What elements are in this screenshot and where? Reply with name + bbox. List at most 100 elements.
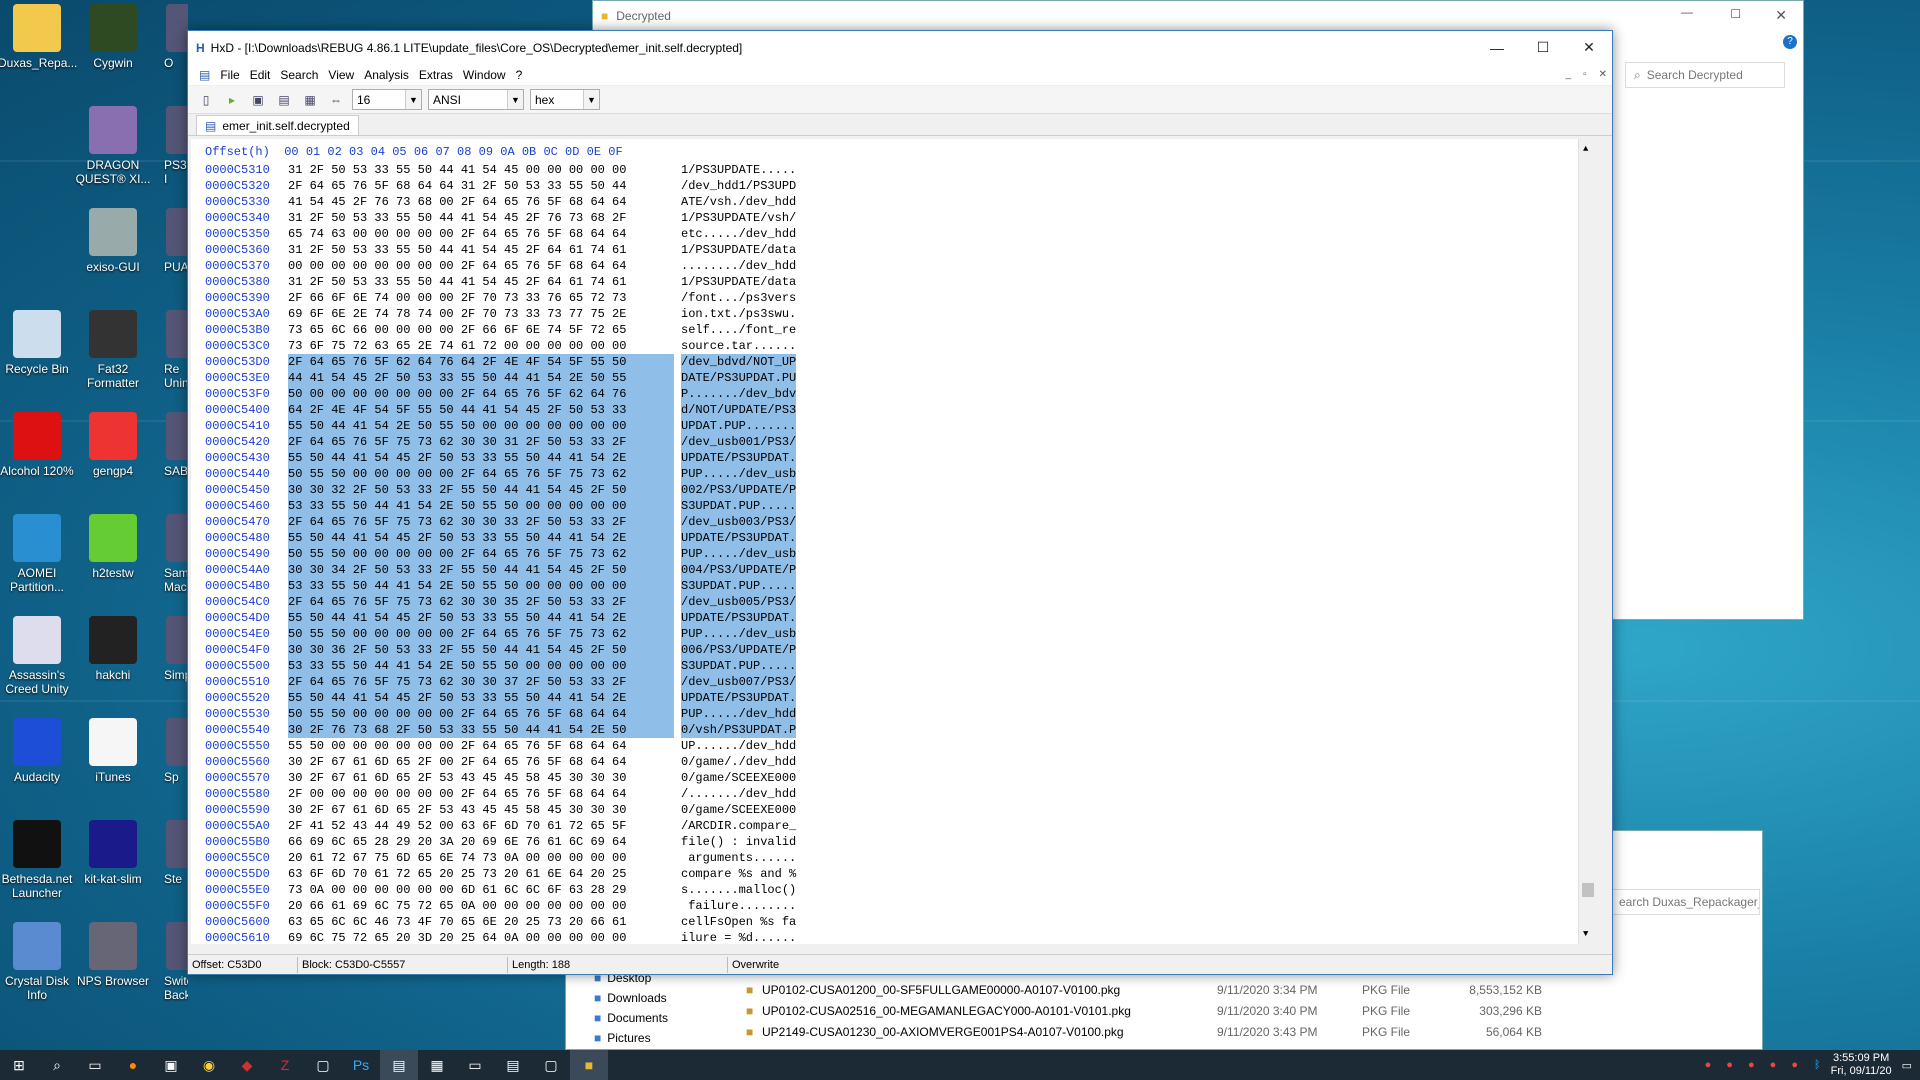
hex-row[interactable]: 0000C5370 00 00 00 00 00 00 00 00 2F 64 6… bbox=[205, 258, 796, 274]
start-button[interactable]: ⊞ bbox=[0, 1050, 38, 1080]
row-ascii[interactable]: ion.txt./ps3swu. bbox=[681, 306, 796, 322]
row-ascii[interactable]: 0/vsh/PS3UPDAT.P bbox=[681, 722, 797, 738]
row-hex-bytes[interactable]: 73 65 6C 66 00 00 00 00 2F 66 6F 6E 74 5… bbox=[288, 322, 674, 338]
row-ascii[interactable]: self..../font_re bbox=[681, 322, 796, 338]
row-hex-bytes[interactable]: 2F 41 52 43 44 49 52 00 63 6F 6D 70 61 7… bbox=[288, 818, 674, 834]
row-ascii[interactable]: 1/PS3UPDATE/vsh/ bbox=[681, 210, 796, 226]
menu-item[interactable]: Analysis bbox=[359, 68, 414, 82]
row-hex-bytes[interactable]: 55 50 44 41 54 45 2F 50 53 33 55 50 44 4… bbox=[288, 610, 674, 626]
desktop-icon[interactable]: Simp bbox=[152, 616, 188, 682]
menu-item[interactable]: Search bbox=[275, 68, 323, 82]
row-hex-bytes[interactable]: 30 30 32 2F 50 53 33 2F 55 50 44 41 54 4… bbox=[288, 482, 674, 498]
hex-row[interactable]: 0000C55A0 2F 41 52 43 44 49 52 00 63 6F 6… bbox=[205, 818, 796, 834]
hex-row[interactable]: 0000C5530 50 55 50 00 00 00 00 00 2F 64 6… bbox=[205, 706, 797, 722]
hex-row[interactable]: 0000C5570 30 2F 67 61 6D 65 2F 53 43 45 4… bbox=[205, 770, 796, 786]
hex-row[interactable]: 0000C5470 2F 64 65 76 5F 75 73 62 30 30 3… bbox=[205, 514, 797, 530]
minimize-button[interactable]: — bbox=[1474, 31, 1520, 64]
row-hex-bytes[interactable]: 2F 00 00 00 00 00 00 00 2F 64 65 76 5F 6… bbox=[288, 786, 674, 802]
scroll-thumb[interactable] bbox=[1582, 883, 1594, 897]
row-ascii[interactable]: 0/game/./dev_hdd bbox=[681, 754, 796, 770]
filezilla-icon[interactable]: Z bbox=[266, 1050, 304, 1080]
hex-row[interactable]: 0000C54C0 2F 64 65 76 5F 75 73 62 30 30 3… bbox=[205, 594, 797, 610]
row-ascii[interactable]: 0/game/SCEEXE000 bbox=[681, 802, 796, 818]
hex-row[interactable]: 0000C54F0 30 30 36 2F 50 53 33 2F 55 50 4… bbox=[205, 642, 797, 658]
row-ascii[interactable]: /......./dev_hdd bbox=[681, 786, 796, 802]
hex-row[interactable]: 0000C5590 30 2F 67 61 6D 65 2F 53 43 45 4… bbox=[205, 802, 796, 818]
row-ascii[interactable]: 006/PS3/UPDATE/P bbox=[681, 642, 797, 658]
hex-row[interactable]: 0000C5330 41 54 45 2F 76 73 68 00 2F 64 6… bbox=[205, 194, 796, 210]
calculator-icon[interactable]: ▤ bbox=[494, 1050, 532, 1080]
explorer-icon[interactable]: ■ bbox=[570, 1050, 608, 1080]
row-ascii[interactable]: 1/PS3UPDATE/data bbox=[681, 274, 796, 290]
desktop-icon[interactable]: NPS Browser bbox=[74, 922, 152, 988]
search-box[interactable]: earch Duxas_Repackager_O... bbox=[1612, 889, 1760, 915]
file-row[interactable]: ■ UP2149-CUSA01230_00-AXIOMVERGE001PS4-A0… bbox=[746, 1021, 1546, 1042]
hex-row[interactable]: 0000C5390 2F 66 6F 6E 74 00 00 00 2F 70 7… bbox=[205, 290, 796, 306]
row-ascii[interactable]: /dev_usb001/PS3/ bbox=[681, 434, 797, 450]
row-ascii[interactable]: UPDAT.PUP....... bbox=[681, 418, 797, 434]
maximize-icon[interactable]: ☐ bbox=[1730, 7, 1741, 21]
row-ascii[interactable]: compare %s and % bbox=[681, 866, 796, 882]
row-hex-bytes[interactable]: 65 74 63 00 00 00 00 00 2F 64 65 76 5F 6… bbox=[288, 226, 674, 242]
menu-item[interactable]: File bbox=[215, 68, 244, 82]
row-ascii[interactable]: 0/game/SCEEXE000 bbox=[681, 770, 796, 786]
row-hex-bytes[interactable]: 30 30 34 2F 50 53 33 2F 55 50 44 41 54 4… bbox=[288, 562, 674, 578]
row-hex-bytes[interactable]: 20 66 61 69 6C 75 72 65 0A 00 00 00 00 0… bbox=[288, 898, 674, 914]
row-hex-bytes[interactable]: 31 2F 50 53 33 55 50 44 41 54 45 00 00 0… bbox=[288, 162, 674, 178]
desktop-icon[interactable]: Alcohol 120% bbox=[0, 412, 76, 478]
desktop-icon[interactable]: SAB bbox=[152, 412, 188, 478]
row-ascii[interactable]: source.tar...... bbox=[681, 338, 796, 354]
hex-row[interactable]: 0000C55B0 66 69 6C 65 28 29 20 3A 20 69 6… bbox=[205, 834, 796, 850]
desktop-icon[interactable]: Assassin's Creed Unity bbox=[0, 616, 76, 696]
row-ascii[interactable]: P......./dev_bdv bbox=[681, 386, 797, 402]
row-ascii[interactable]: ATE/vsh./dev_hdd bbox=[681, 194, 796, 210]
desktop-icon[interactable]: Recycle Bin bbox=[0, 310, 76, 376]
hex-row[interactable]: 0000C5520 55 50 44 41 54 45 2F 50 53 33 5… bbox=[205, 690, 797, 706]
desktop-icon[interactable]: hakchi bbox=[74, 616, 152, 682]
row-hex-bytes[interactable]: 30 2F 67 61 6D 65 2F 00 2F 64 65 76 5F 6… bbox=[288, 754, 674, 770]
hex-row[interactable]: 0000C5490 50 55 50 00 00 00 00 00 2F 64 6… bbox=[205, 546, 797, 562]
hex-row[interactable]: 0000C5400 64 2F 4E 4F 54 5F 55 50 44 41 5… bbox=[205, 402, 797, 418]
hex-row[interactable]: 0000C53A0 69 6F 6E 2E 74 78 74 00 2F 70 7… bbox=[205, 306, 796, 322]
row-ascii[interactable]: S3UPDAT.PUP..... bbox=[681, 578, 797, 594]
app-icon[interactable]: ▢ bbox=[304, 1050, 342, 1080]
charset-select[interactable]: ANSI ▼ bbox=[428, 89, 524, 110]
desktop-icon[interactable]: Bethesda.net Launcher bbox=[0, 820, 76, 900]
row-ascii[interactable]: UPDATE/PS3UPDAT. bbox=[681, 450, 797, 466]
row-hex-bytes[interactable]: 30 30 36 2F 50 53 33 2F 55 50 44 41 54 4… bbox=[288, 642, 674, 658]
row-ascii[interactable]: ......../dev_hdd bbox=[681, 258, 796, 274]
hex-row[interactable]: 0000C55C0 20 61 72 67 75 6D 65 6E 74 73 0… bbox=[205, 850, 796, 866]
hex-row[interactable]: 0000C5420 2F 64 65 76 5F 75 73 62 30 30 3… bbox=[205, 434, 797, 450]
row-ascii[interactable]: S3UPDAT.PUP..... bbox=[681, 658, 797, 674]
notification-icon[interactable]: ▭ bbox=[1902, 1059, 1912, 1072]
properties-icon[interactable]: ▦ bbox=[300, 90, 320, 110]
maximize-button[interactable]: ☐ bbox=[1520, 31, 1566, 64]
app-icon[interactable]: ▭ bbox=[456, 1050, 494, 1080]
row-hex-bytes[interactable]: 44 41 54 45 2F 50 53 33 55 50 44 41 54 2… bbox=[288, 370, 674, 386]
desktop-icon[interactable]: Crystal Disk Info bbox=[0, 922, 76, 1002]
hex-row[interactable]: 0000C5540 30 2F 76 73 68 2F 50 53 33 55 5… bbox=[205, 722, 797, 738]
hex-row[interactable]: 0000C5360 31 2F 50 53 33 55 50 44 41 54 4… bbox=[205, 242, 796, 258]
hex-editor[interactable]: Offset(h) 00 01 02 03 04 05 06 07 08 09 … bbox=[191, 139, 1596, 945]
row-hex-bytes[interactable]: 73 6F 75 72 63 65 2E 74 61 72 00 00 00 0… bbox=[288, 338, 674, 354]
hex-row[interactable]: 0000C53B0 73 65 6C 66 00 00 00 00 2F 66 6… bbox=[205, 322, 796, 338]
hex-row[interactable]: 0000C5550 55 50 00 00 00 00 00 00 2F 64 6… bbox=[205, 738, 796, 754]
hex-row[interactable]: 0000C5410 55 50 44 41 54 2E 50 55 50 00 0… bbox=[205, 418, 797, 434]
open-file-icon[interactable]: ▸ bbox=[222, 90, 242, 110]
row-hex-bytes[interactable]: 50 00 00 00 00 00 00 00 2F 64 65 76 5F 6… bbox=[288, 386, 674, 402]
row-hex-bytes[interactable]: 20 61 72 67 75 6D 65 6E 74 73 0A 00 00 0… bbox=[288, 850, 674, 866]
row-hex-bytes[interactable]: 31 2F 50 53 33 55 50 44 41 54 45 2F 64 6… bbox=[288, 274, 674, 290]
app-icon[interactable]: ▦ bbox=[418, 1050, 456, 1080]
vertical-scrollbar[interactable]: ▲ ▼ bbox=[1578, 139, 1596, 944]
desktop-icon[interactable]: Ste bbox=[152, 820, 188, 886]
row-hex-bytes[interactable]: 55 50 44 41 54 2E 50 55 50 00 00 00 00 0… bbox=[288, 418, 674, 434]
row-ascii[interactable]: /dev_usb007/PS3/ bbox=[681, 674, 797, 690]
row-hex-bytes[interactable]: 30 2F 67 61 6D 65 2F 53 43 45 45 58 45 3… bbox=[288, 770, 674, 786]
row-ascii[interactable]: 1/PS3UPDATE/data bbox=[681, 242, 796, 258]
row-hex-bytes[interactable]: 63 65 6C 6C 46 73 4F 70 65 6E 20 25 73 2… bbox=[288, 914, 674, 930]
hex-row[interactable]: 0000C5580 2F 00 00 00 00 00 00 00 2F 64 6… bbox=[205, 786, 796, 802]
hex-row[interactable]: 0000C55F0 20 66 61 69 6C 75 72 65 0A 00 0… bbox=[205, 898, 796, 914]
row-hex-bytes[interactable]: 53 33 55 50 44 41 54 2E 50 55 50 00 00 0… bbox=[288, 658, 674, 674]
row-ascii[interactable]: /dev_hdd1/PS3UPD bbox=[681, 178, 796, 194]
close-icon[interactable]: ✕ bbox=[1775, 7, 1787, 24]
